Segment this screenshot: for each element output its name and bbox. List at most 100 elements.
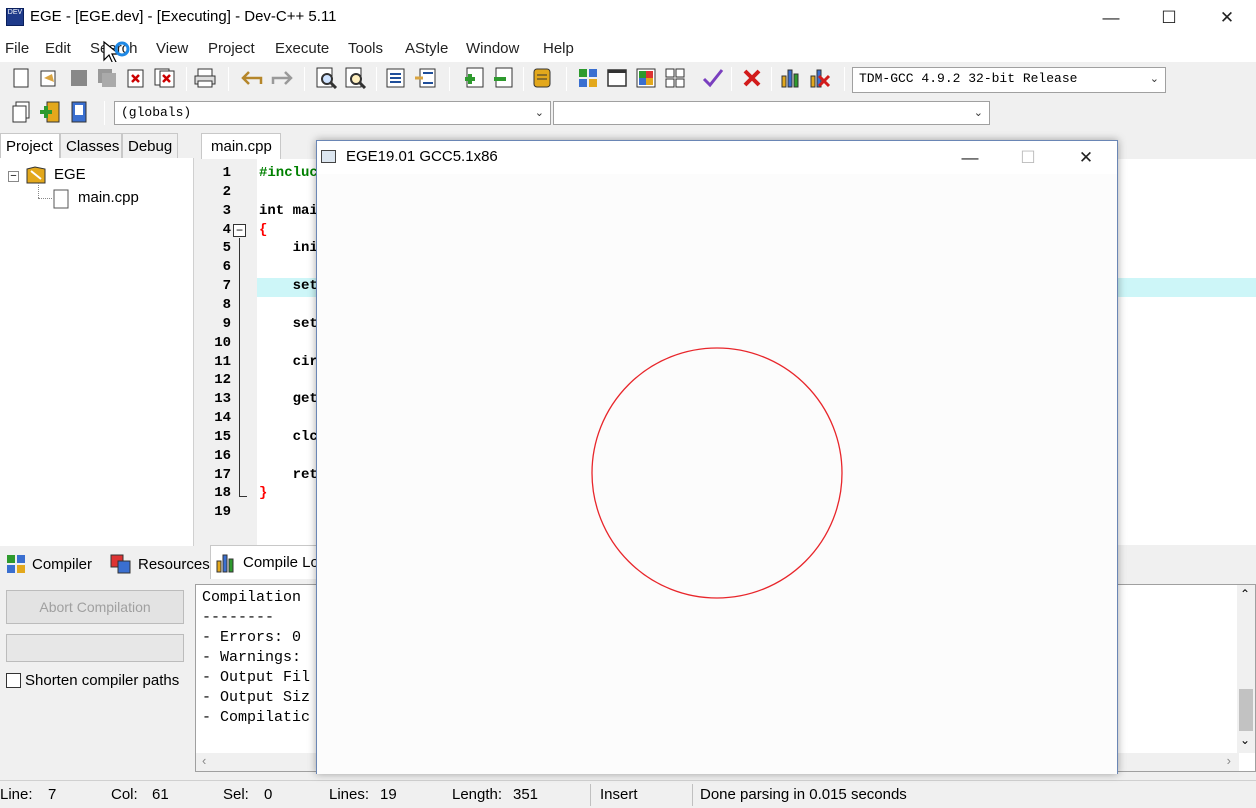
abort-compilation-button[interactable]: Abort Compilation (6, 590, 184, 624)
code-line: } (259, 485, 268, 502)
line-number: 5 (222, 240, 231, 257)
menu-project[interactable]: Project (208, 40, 255, 57)
line-number: 12 (214, 372, 231, 389)
menu-file[interactable]: File (5, 40, 29, 57)
tab-compiler[interactable]: Compiler (2, 548, 96, 580)
menu-window[interactable]: Window (466, 40, 519, 57)
delete-profile-icon[interactable] (808, 66, 832, 90)
status-lines-label: Lines: (329, 786, 370, 803)
menu-tools[interactable]: Tools (348, 40, 383, 57)
menu-astyle[interactable]: AStyle (405, 40, 448, 57)
log-line: - Compilatic (202, 709, 311, 726)
ege-canvas[interactable] (317, 174, 1117, 774)
print-icon[interactable] (193, 66, 217, 90)
fold-collapse-icon[interactable]: − (233, 223, 246, 237)
close-button[interactable]: ✕ (1198, 0, 1256, 36)
ege-graphics-window[interactable]: EGE19.01 GCC5.1x86 — ☐ ✕ (316, 140, 1118, 774)
code-line: clc (259, 428, 318, 445)
line-number: 3 (222, 202, 231, 219)
line-number: 10 (214, 334, 231, 351)
stop-execution-icon[interactable] (740, 66, 764, 90)
scroll-left-icon[interactable]: ‹ (202, 753, 206, 768)
find-icon[interactable] (315, 66, 339, 90)
ege-minimize-button[interactable]: — (941, 141, 999, 174)
open-file-icon[interactable] (37, 66, 61, 90)
tab-debug[interactable]: Debug (122, 133, 178, 159)
undo-icon[interactable] (240, 66, 264, 90)
ege-drawing (591, 347, 843, 599)
compile-log-tab-icon (216, 554, 234, 572)
minimize-button[interactable]: — (1082, 0, 1140, 36)
rebuild-all-icon[interactable] (663, 66, 687, 90)
tab-compiler-label: Compiler (32, 555, 93, 573)
class-browser-icon[interactable] (67, 100, 91, 124)
compiler-tab-icon (7, 555, 25, 573)
scroll-up-icon[interactable]: ⌃ (1240, 587, 1250, 601)
menu-execute[interactable]: Execute (275, 40, 329, 57)
scroll-right-icon[interactable]: › (1227, 753, 1231, 768)
status-col-value: 61 (152, 786, 169, 803)
toolbar-separator (228, 67, 229, 91)
remove-from-project-icon[interactable] (491, 66, 515, 90)
resources-tab-icon (110, 554, 131, 574)
save-all-icon[interactable] (95, 66, 119, 90)
menu-help[interactable]: Help (543, 40, 574, 57)
compile-icon[interactable] (576, 66, 600, 90)
compile-run-icon[interactable] (634, 66, 658, 90)
tab-resources[interactable]: Resources (106, 548, 214, 580)
log-line: Compilation (202, 589, 302, 606)
code-line: cir (259, 353, 318, 370)
ege-close-button[interactable]: ✕ (1057, 141, 1115, 174)
project-options-icon[interactable] (530, 66, 554, 90)
scroll-thumb[interactable] (1239, 689, 1253, 731)
log-vertical-scrollbar[interactable]: ⌃ ⌄ (1237, 585, 1255, 753)
line-number: 13 (214, 391, 231, 408)
status-line-label: Line: (0, 786, 33, 803)
menu-edit[interactable]: Edit (45, 40, 71, 57)
redo-icon[interactable] (270, 66, 294, 90)
new-class-icon[interactable] (38, 100, 62, 124)
indent-icon[interactable] (384, 66, 408, 90)
close-all-icon[interactable] (153, 66, 177, 90)
tab-classes[interactable]: Classes (60, 133, 122, 159)
profile-icon[interactable] (779, 66, 803, 90)
compiler-select[interactable]: TDM-GCC 4.9.2 32-bit Release ⌄ (852, 67, 1166, 93)
status-sel-label: Sel: (223, 786, 249, 803)
shorten-paths-checkbox[interactable] (6, 673, 21, 688)
close-file-icon[interactable] (124, 66, 148, 90)
progress-bar (6, 634, 184, 662)
tab-compile-log[interactable]: Compile Lo (210, 545, 324, 579)
status-mode: Insert (600, 786, 638, 803)
tree-root-label[interactable]: EGE (54, 166, 86, 183)
line-number: 16 (214, 447, 231, 464)
run-icon[interactable] (605, 66, 629, 90)
save-icon[interactable] (67, 66, 91, 90)
tab-resources-label: Resources (138, 555, 210, 573)
add-to-project-icon[interactable] (462, 66, 486, 90)
scope-select[interactable]: (globals) ⌄ (114, 101, 551, 125)
maximize-button[interactable]: ☐ (1140, 0, 1198, 36)
editor-tab-main[interactable]: main.cpp (201, 133, 281, 160)
tree-file-label[interactable]: main.cpp (78, 189, 139, 206)
line-number: 19 (214, 504, 231, 521)
replace-icon[interactable] (344, 66, 368, 90)
line-number: 17 (214, 466, 231, 483)
menu-view[interactable]: View (156, 40, 188, 57)
collapse-icon[interactable]: − (8, 171, 19, 182)
tab-project[interactable]: Project (0, 133, 60, 159)
scroll-down-icon[interactable]: ⌄ (1240, 733, 1250, 747)
syntax-check-icon[interactable] (701, 66, 725, 90)
new-file-icon[interactable] (9, 66, 33, 90)
goto-declaration-icon[interactable] (9, 100, 33, 124)
symbol-select[interactable]: ⌄ (553, 101, 990, 125)
line-gutter: 1 2 3 4 5 6 7 8 9 10 11 12 13 14 15 16 17 18 19− (201, 159, 257, 545)
status-col-label: Col: (111, 786, 138, 803)
line-number: 4 (222, 221, 231, 238)
tree-connector (38, 183, 39, 198)
chevron-down-icon: ⌄ (973, 106, 983, 119)
code-line: set (259, 315, 318, 332)
unindent-icon[interactable] (413, 66, 437, 90)
ege-title-bar[interactable]: EGE19.01 GCC5.1x86 — ☐ ✕ (317, 141, 1117, 174)
ege-maximize-button[interactable]: ☐ (999, 141, 1057, 174)
log-line: - Output Siz (202, 689, 311, 706)
